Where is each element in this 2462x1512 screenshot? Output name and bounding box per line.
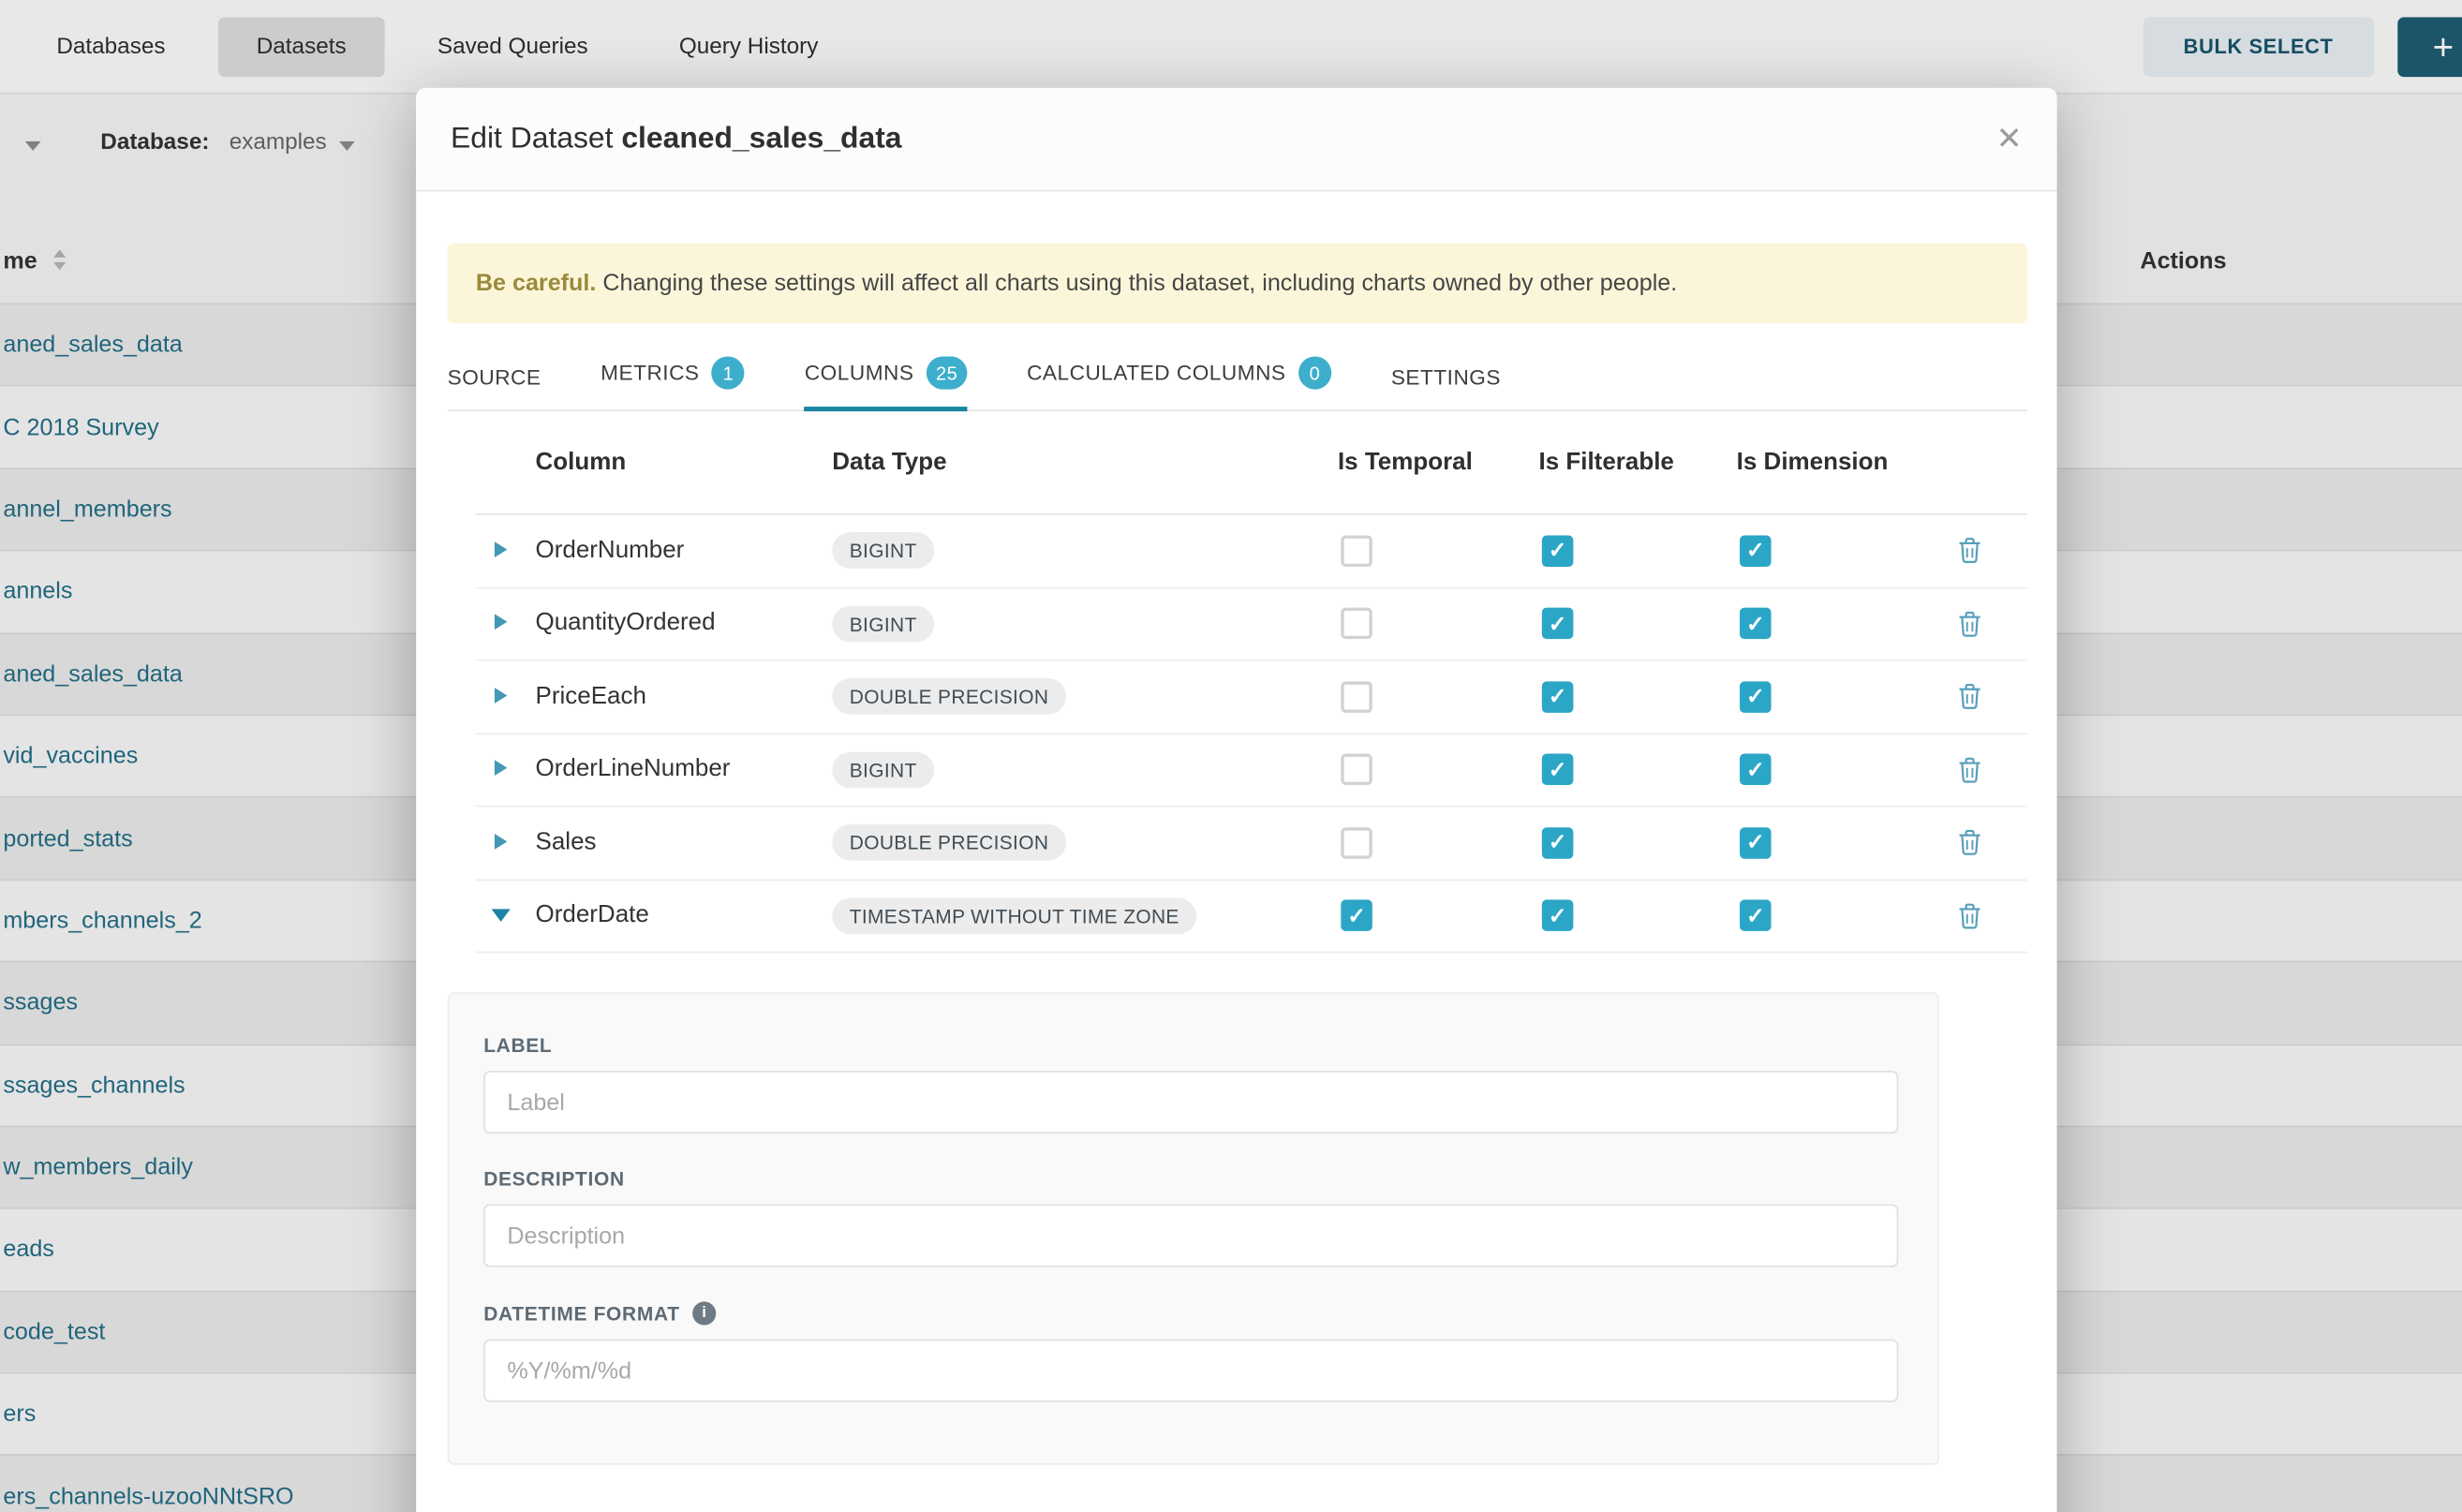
columns-table-rows: OrderNumber BIGINT QuantityOrdered BIGIN… [448,515,2027,954]
app-viewport: DatabasesDatasetsSaved QueriesQuery Hist… [0,0,2462,1512]
is-temporal-checkbox[interactable] [1341,535,1372,567]
data-type-pill: TIMESTAMP WITHOUT TIME ZONE [832,897,1196,934]
expand-caret-icon[interactable] [495,761,507,777]
columns-table-header: Column Data Type Is Temporal Is Filterab… [476,411,2027,515]
info-icon[interactable]: i [692,1301,716,1325]
expand-caret-icon[interactable] [495,834,507,850]
tab-settings[interactable]: SETTINGS [1391,366,1501,410]
data-type-pill: BIGINT [832,606,934,643]
is-dimension-checkbox[interactable] [1740,754,1772,786]
tab-count-badge: 0 [1298,356,1331,389]
column-row: Sales DOUBLE PRECISION [476,807,2027,880]
warning-bold: Be careful. [476,270,597,296]
is-dimension-checkbox[interactable] [1740,608,1772,640]
is-temporal-header: Is Temporal [1338,449,1539,477]
is-temporal-checkbox[interactable] [1341,754,1372,786]
expand-caret-icon[interactable] [495,615,507,630]
column-row: PriceEach DOUBLE PRECISION [476,661,2027,734]
is-dimension-checkbox[interactable] [1740,827,1772,859]
tab-source[interactable]: SOURCE [448,366,541,410]
columns-table: Column Data Type Is Temporal Is Filterab… [448,411,2027,953]
delete-column-icon[interactable] [1958,756,1981,782]
data-type-pill: BIGINT [832,533,934,570]
expand-caret-icon[interactable] [495,541,507,557]
is-filterable-checkbox[interactable] [1542,900,1574,932]
column-row: OrderDate TIMESTAMP WITHOUT TIME ZONE [476,880,2027,953]
modal-header: Edit Dataset cleaned_sales_data ✕ [416,88,2056,192]
edit-dataset-modal: Edit Dataset cleaned_sales_data ✕ Be car… [416,88,2056,1512]
tab-metrics[interactable]: METRICS 1 [601,356,745,409]
description-field-label: DESCRIPTION [483,1168,625,1190]
is-dimension-checkbox[interactable] [1740,900,1772,932]
modal-body: Be careful. Changing these settings will… [416,191,2056,1464]
datetime-format-field-label: DATETIME FORMAT [483,1302,679,1324]
label-field-label: LABEL [483,1034,552,1056]
is-dimension-header: Is Dimension [1737,449,1941,477]
data-type-pill: DOUBLE PRECISION [832,824,1065,861]
label-input[interactable] [483,1071,1898,1134]
is-filterable-checkbox[interactable] [1542,535,1574,567]
expand-caret-icon[interactable] [492,910,511,922]
column-row: QuantityOrdered BIGINT [476,588,2027,661]
warning-banner: Be careful. Changing these settings will… [448,244,2027,323]
expand-caret-icon[interactable] [495,688,507,704]
is-dimension-checkbox[interactable] [1740,535,1772,567]
description-input[interactable] [483,1205,1898,1267]
delete-column-icon[interactable] [1958,683,1981,709]
datetime-format-field-group: DATETIME FORMAT i [483,1301,1937,1401]
dataset-name: cleaned_sales_data [621,122,901,155]
column-row: OrderLineNumber BIGINT [476,734,2027,808]
datetime-format-input[interactable] [483,1340,1898,1402]
delete-column-icon[interactable] [1958,829,1981,855]
modal-title: Edit Dataset cleaned_sales_data [451,122,902,156]
data-type-pill: BIGINT [832,751,934,788]
is-temporal-checkbox[interactable] [1341,900,1372,932]
tab-columns[interactable]: COLUMNS 25 [805,356,968,409]
column-header: Column [536,449,833,477]
is-temporal-checkbox[interactable] [1341,608,1372,640]
is-filterable-header: Is Filterable [1538,449,1736,477]
data-type-header: Data Type [832,449,1338,477]
delete-column-icon[interactable] [1958,538,1981,564]
warning-text: Changing these settings will affect all … [602,270,1677,296]
is-filterable-checkbox[interactable] [1542,827,1574,859]
tab-count-badge: 25 [927,356,967,389]
is-temporal-checkbox[interactable] [1341,681,1372,713]
is-filterable-checkbox[interactable] [1542,754,1574,786]
is-filterable-checkbox[interactable] [1542,681,1574,713]
label-field-group: LABEL [483,1034,1937,1134]
tab-count-badge: 1 [712,356,745,389]
column-detail-panel: LABEL DESCRIPTION DATETIME FORMAT i [448,992,1939,1464]
tab-calculated-columns[interactable]: CALCULATED COLUMNS 0 [1027,356,1331,409]
data-type-pill: DOUBLE PRECISION [832,678,1065,715]
is-dimension-checkbox[interactable] [1740,681,1772,713]
description-field-group: DESCRIPTION [483,1168,1937,1267]
delete-column-icon[interactable] [1958,611,1981,637]
close-icon[interactable]: ✕ [1996,119,2023,158]
modal-tabs: SOURCE METRICS 1 COLUMNS 25 CALCULATED C… [448,346,2027,411]
column-row: OrderNumber BIGINT [476,515,2027,588]
modal-title-prefix: Edit Dataset [451,122,613,155]
delete-column-icon[interactable] [1958,902,1981,928]
is-filterable-checkbox[interactable] [1542,608,1574,640]
is-temporal-checkbox[interactable] [1341,827,1372,859]
